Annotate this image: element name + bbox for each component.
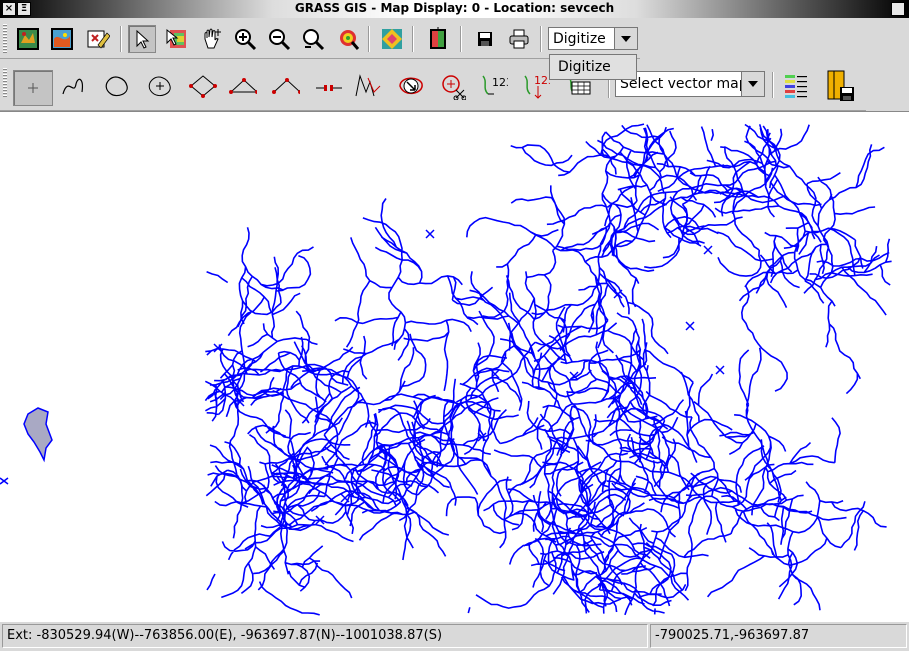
add-vertex-icon (189, 75, 217, 98)
tool-select-value: Digitize (553, 31, 606, 47)
split-line-button[interactable] (314, 72, 342, 100)
copy-cats-button[interactable]: 123 (480, 72, 508, 100)
separator (412, 26, 414, 52)
add-point-icon (28, 83, 38, 93)
extent-field: Ext: -830529.94(W)--763856.00(E), -96369… (2, 624, 648, 648)
separator (460, 26, 462, 52)
overlay-button[interactable] (424, 25, 452, 53)
tool-select[interactable]: Digitize (548, 27, 638, 50)
move-line-icon (399, 77, 423, 95)
title-bar: × Ξ GRASS GIS - Map Display: 0 - Locatio… (0, 0, 909, 18)
eraser-icon (87, 30, 110, 49)
toolbar-grip[interactable] (3, 68, 7, 98)
vector-map-select-placeholder: Select vector map (620, 76, 748, 92)
analyze-icon (382, 29, 402, 49)
render-map-icon (51, 28, 73, 50)
zoom-menu-button[interactable] (334, 25, 362, 53)
zoom-in-icon (235, 29, 257, 51)
cats-label: 123 (534, 74, 550, 87)
add-line-icon (62, 78, 83, 95)
point-marker (425, 229, 435, 239)
vector-map-layer (0, 123, 892, 616)
save-button[interactable] (471, 25, 499, 53)
delete-line-button[interactable] (438, 72, 466, 100)
point-marker (715, 365, 725, 375)
add-line-button[interactable] (60, 72, 88, 100)
chevron-down-icon[interactable] (614, 28, 637, 49)
display-map-icon (17, 28, 39, 50)
remove-vertex-button[interactable] (272, 72, 300, 100)
edit-line-icon (355, 74, 381, 97)
river-lines (204, 123, 892, 616)
zoom-back-icon (303, 29, 325, 51)
chevron-down-icon[interactable] (741, 72, 764, 96)
exit-digitizer-button[interactable] (823, 68, 857, 104)
move-vertex-icon (229, 78, 257, 94)
coordinates-text: -790025.71,-963697.87 (655, 628, 810, 643)
point-marker (685, 321, 695, 331)
zoom-out-button[interactable] (265, 25, 293, 53)
print-button[interactable] (505, 25, 533, 53)
zoom-out-icon (269, 29, 291, 51)
add-vertex-button[interactable] (189, 72, 217, 100)
window-title: GRASS GIS - Map Display: 0 - Location: s… (294, 1, 615, 15)
map-canvas[interactable] (0, 111, 909, 622)
pointer-button[interactable] (128, 25, 156, 53)
pointer-icon (136, 29, 150, 49)
exit-save-icon (827, 70, 854, 101)
settings-icon (785, 75, 807, 98)
query-button[interactable] (162, 25, 190, 53)
point-marker (613, 289, 623, 299)
separator (540, 26, 542, 52)
split-line-icon (316, 85, 342, 91)
add-centroid-button[interactable] (146, 72, 174, 100)
zoom-in-button[interactable] (231, 25, 259, 53)
render-map-button[interactable] (48, 25, 76, 53)
tool-select-dropdown[interactable]: Digitize (549, 54, 637, 80)
add-centroid-icon (148, 76, 171, 97)
add-boundary-button[interactable] (103, 72, 131, 100)
remove-vertex-icon (272, 78, 300, 94)
display-cats-icon: 123 (524, 74, 550, 99)
delete-line-icon (442, 75, 466, 100)
point-marker (0, 477, 9, 485)
map-toolbar (0, 20, 640, 59)
move-line-button[interactable] (396, 72, 424, 100)
point-marker (703, 245, 713, 255)
move-vertex-button[interactable] (229, 72, 257, 100)
add-boundary-icon (105, 76, 128, 97)
query-icon (166, 28, 186, 48)
overlay-icon (430, 27, 446, 49)
printer-icon (509, 29, 529, 49)
analyze-button[interactable] (378, 25, 406, 53)
extent-text: Ext: -830529.94(W)--763856.00(E), -96369… (7, 628, 443, 643)
zoom-back-button[interactable] (299, 25, 327, 53)
add-point-button[interactable] (13, 70, 53, 106)
coordinates-field: -790025.71,-963697.87 (650, 624, 907, 648)
edit-line-button[interactable] (354, 72, 382, 100)
status-bar: Ext: -830529.94(W)--763856.00(E), -96369… (0, 622, 909, 651)
dropdown-option-digitize[interactable]: Digitize (558, 59, 611, 75)
lake-area (23, 407, 53, 463)
vector-map-select[interactable]: Select vector map (615, 71, 765, 97)
display-cats-button[interactable]: 123 (522, 72, 550, 100)
pan-button[interactable] (197, 25, 225, 53)
copy-cats-icon: 123 (482, 75, 508, 95)
separator (368, 26, 370, 52)
cats-label: 123 (492, 76, 508, 89)
separator (772, 72, 774, 98)
toolbar-grip[interactable] (3, 24, 7, 54)
digitize-settings-button[interactable] (781, 68, 813, 104)
separator (120, 26, 122, 52)
erase-display-button[interactable] (84, 25, 112, 53)
maximize-icon[interactable] (891, 2, 905, 16)
hand-icon (204, 28, 221, 49)
save-icon (478, 32, 492, 46)
zoom-menu-icon (340, 30, 360, 50)
display-map-button[interactable] (14, 25, 42, 53)
